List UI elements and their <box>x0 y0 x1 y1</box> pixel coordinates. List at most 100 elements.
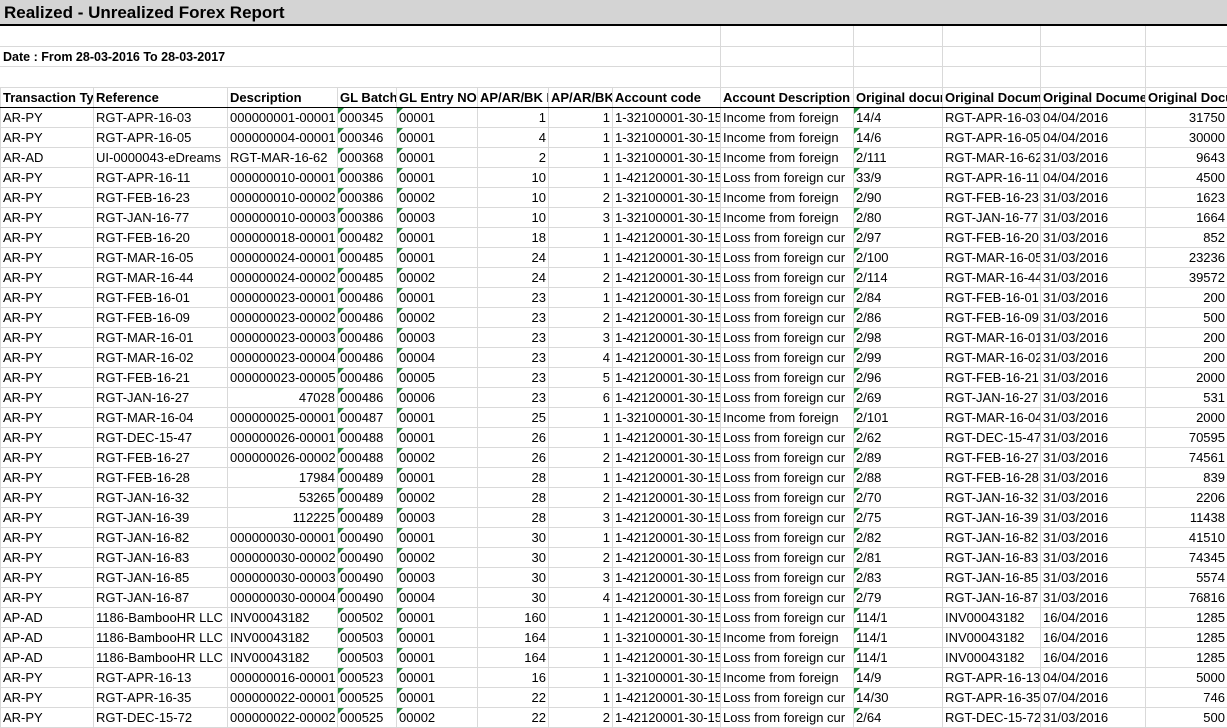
cell-account-description[interactable]: Loss from foreign cur <box>721 448 854 468</box>
cell-gl-batch[interactable]: 000489 <box>338 488 397 508</box>
cell-original-doc-ref[interactable]: RGT-MAR-16-05 <box>943 248 1041 268</box>
cell-original-doc-ref[interactable]: RGT-APR-16-03 <box>943 108 1041 128</box>
cell-gl-entry-no[interactable]: 00001 <box>397 108 478 128</box>
cell-account-code[interactable]: 1-42120001-30-15 <box>613 168 721 188</box>
cell-ap-ar-bk-entry[interactable]: 1 <box>549 468 613 488</box>
cell-original-doc-ref[interactable]: RGT-MAR-16-44 <box>943 268 1041 288</box>
cell-account-code[interactable]: 1-32100001-30-15 <box>613 188 721 208</box>
cell-gl-batch[interactable]: 000502 <box>338 608 397 628</box>
cell-ap-ar-bk-batch[interactable]: 30 <box>478 568 549 588</box>
cell-ap-ar-bk-entry[interactable]: 1 <box>549 108 613 128</box>
cell-gl-entry-no[interactable]: 00004 <box>397 588 478 608</box>
cell-ap-ar-bk-entry[interactable]: 1 <box>549 648 613 668</box>
cell-original-doc-no[interactable]: 2/98 <box>854 328 943 348</box>
cell-original-doc-amount[interactable]: 30000 <box>1146 128 1227 148</box>
cell-description[interactable]: 000000025-00001 <box>228 408 338 428</box>
cell-gl-batch[interactable]: 000486 <box>338 348 397 368</box>
cell-ap-ar-bk-batch[interactable]: 23 <box>478 328 549 348</box>
cell-original-doc-date[interactable]: 31/03/2016 <box>1041 428 1146 448</box>
cell-gl-entry-no[interactable]: 00001 <box>397 288 478 308</box>
cell-ap-ar-bk-entry[interactable]: 1 <box>549 168 613 188</box>
cell-account-code[interactable]: 1-32100001-30-15 <box>613 208 721 228</box>
cell-account-code[interactable]: 1-42120001-30-15 <box>613 368 721 388</box>
cell-ap-ar-bk-entry[interactable]: 1 <box>549 248 613 268</box>
cell-account-description[interactable]: Income from foreign <box>721 628 854 648</box>
cell-description[interactable]: 000000030-00002 <box>228 548 338 568</box>
cell-original-doc-ref[interactable]: RGT-FEB-16-23 <box>943 188 1041 208</box>
cell-gl-entry-no[interactable]: 00002 <box>397 188 478 208</box>
cell-gl-entry-no[interactable]: 00004 <box>397 348 478 368</box>
cell-account-description[interactable]: Loss from foreign cur <box>721 368 854 388</box>
cell-description[interactable]: 000000001-00001 <box>228 108 338 128</box>
cell-original-doc-ref[interactable]: RGT-JAN-16-39 <box>943 508 1041 528</box>
cell-gl-entry-no[interactable]: 00001 <box>397 468 478 488</box>
cell-account-code[interactable]: 1-42120001-30-15 <box>613 348 721 368</box>
cell-reference[interactable]: RGT-FEB-16-23 <box>94 188 228 208</box>
cell-original-doc-ref[interactable]: RGT-JAN-16-83 <box>943 548 1041 568</box>
cell-description[interactable]: 000000023-00002 <box>228 308 338 328</box>
cell-transaction-type[interactable]: AR-PY <box>1 688 94 708</box>
cell-original-doc-date[interactable]: 31/03/2016 <box>1041 328 1146 348</box>
cell-original-doc-no[interactable]: 2/70 <box>854 488 943 508</box>
cell-original-doc-date[interactable]: 16/04/2016 <box>1041 608 1146 628</box>
cell-transaction-type[interactable]: AR-PY <box>1 348 94 368</box>
cell-gl-batch[interactable]: 000486 <box>338 368 397 388</box>
cell-original-doc-ref[interactable]: RGT-MAR-16-02 <box>943 348 1041 368</box>
column-header-ap-ar-bk-entry[interactable]: AP/AR/BK <box>549 88 613 108</box>
cell-ap-ar-bk-entry[interactable]: 6 <box>549 388 613 408</box>
cell-reference[interactable]: RGT-MAR-16-05 <box>94 248 228 268</box>
cell-gl-entry-no[interactable]: 00003 <box>397 568 478 588</box>
cell-original-doc-amount[interactable]: 1664 <box>1146 208 1227 228</box>
cell-original-doc-date[interactable]: 16/04/2016 <box>1041 628 1146 648</box>
cell-ap-ar-bk-entry[interactable]: 1 <box>549 608 613 628</box>
cell-original-doc-date[interactable]: 31/03/2016 <box>1041 348 1146 368</box>
cell-ap-ar-bk-batch[interactable]: 23 <box>478 288 549 308</box>
cell-reference[interactable]: UI-0000043-eDreams <box>94 148 228 168</box>
cell-ap-ar-bk-entry[interactable]: 1 <box>549 628 613 648</box>
cell-transaction-type[interactable]: AR-PY <box>1 568 94 588</box>
cell-account-description[interactable]: Loss from foreign cur <box>721 268 854 288</box>
cell-ap-ar-bk-entry[interactable]: 2 <box>549 308 613 328</box>
cell-description[interactable]: INV00043182 <box>228 648 338 668</box>
cell-account-code[interactable]: 1-42120001-30-15 <box>613 268 721 288</box>
cell-gl-batch[interactable]: 000503 <box>338 628 397 648</box>
cell-description[interactable]: 47028 <box>228 388 338 408</box>
cell-account-description[interactable]: Loss from foreign cur <box>721 468 854 488</box>
cell-gl-entry-no[interactable]: 00003 <box>397 208 478 228</box>
cell-gl-entry-no[interactable]: 00002 <box>397 548 478 568</box>
cell-original-doc-date[interactable]: 31/03/2016 <box>1041 368 1146 388</box>
cell-original-doc-amount[interactable]: 200 <box>1146 288 1227 308</box>
cell-ap-ar-bk-batch[interactable]: 160 <box>478 608 549 628</box>
cell-original-doc-ref[interactable]: RGT-MAR-16-01 <box>943 328 1041 348</box>
cell-account-code[interactable]: 1-32100001-30-15 <box>613 408 721 428</box>
cell-account-description[interactable]: Loss from foreign cur <box>721 648 854 668</box>
cell-account-description[interactable]: Income from foreign <box>721 188 854 208</box>
cell-gl-entry-no[interactable]: 00002 <box>397 308 478 328</box>
cell-gl-batch[interactable]: 000368 <box>338 148 397 168</box>
cell-description[interactable]: INV00043182 <box>228 608 338 628</box>
cell-original-doc-amount[interactable]: 2000 <box>1146 368 1227 388</box>
column-header-account-description[interactable]: Account Description <box>721 88 854 108</box>
cell-gl-batch[interactable]: 000482 <box>338 228 397 248</box>
cell-account-code[interactable]: 1-42120001-30-15 <box>613 548 721 568</box>
cell-original-doc-no[interactable]: 14/30 <box>854 688 943 708</box>
cell-reference[interactable]: RGT-JAN-16-87 <box>94 588 228 608</box>
cell-description[interactable]: 000000023-00005 <box>228 368 338 388</box>
cell-original-doc-no[interactable]: 2/86 <box>854 308 943 328</box>
cell-account-description[interactable]: Income from foreign <box>721 128 854 148</box>
cell-account-description[interactable]: Loss from foreign cur <box>721 288 854 308</box>
cell-account-description[interactable]: Income from foreign <box>721 408 854 428</box>
cell-description[interactable]: 000000030-00003 <box>228 568 338 588</box>
cell-ap-ar-bk-batch[interactable]: 23 <box>478 308 549 328</box>
cell-transaction-type[interactable]: AR-PY <box>1 548 94 568</box>
cell-account-description[interactable]: Income from foreign <box>721 148 854 168</box>
cell-ap-ar-bk-batch[interactable]: 23 <box>478 348 549 368</box>
cell-original-doc-date[interactable]: 04/04/2016 <box>1041 108 1146 128</box>
cell-gl-entry-no[interactable]: 00001 <box>397 668 478 688</box>
cell-gl-batch[interactable]: 000489 <box>338 468 397 488</box>
cell-ap-ar-bk-batch[interactable]: 26 <box>478 428 549 448</box>
cell-original-doc-ref[interactable]: RGT-FEB-16-28 <box>943 468 1041 488</box>
column-header-original-doc-no[interactable]: Original docur <box>854 88 943 108</box>
cell-original-doc-ref[interactable]: INV00043182 <box>943 608 1041 628</box>
cell-original-doc-ref[interactable]: RGT-JAN-16-27 <box>943 388 1041 408</box>
